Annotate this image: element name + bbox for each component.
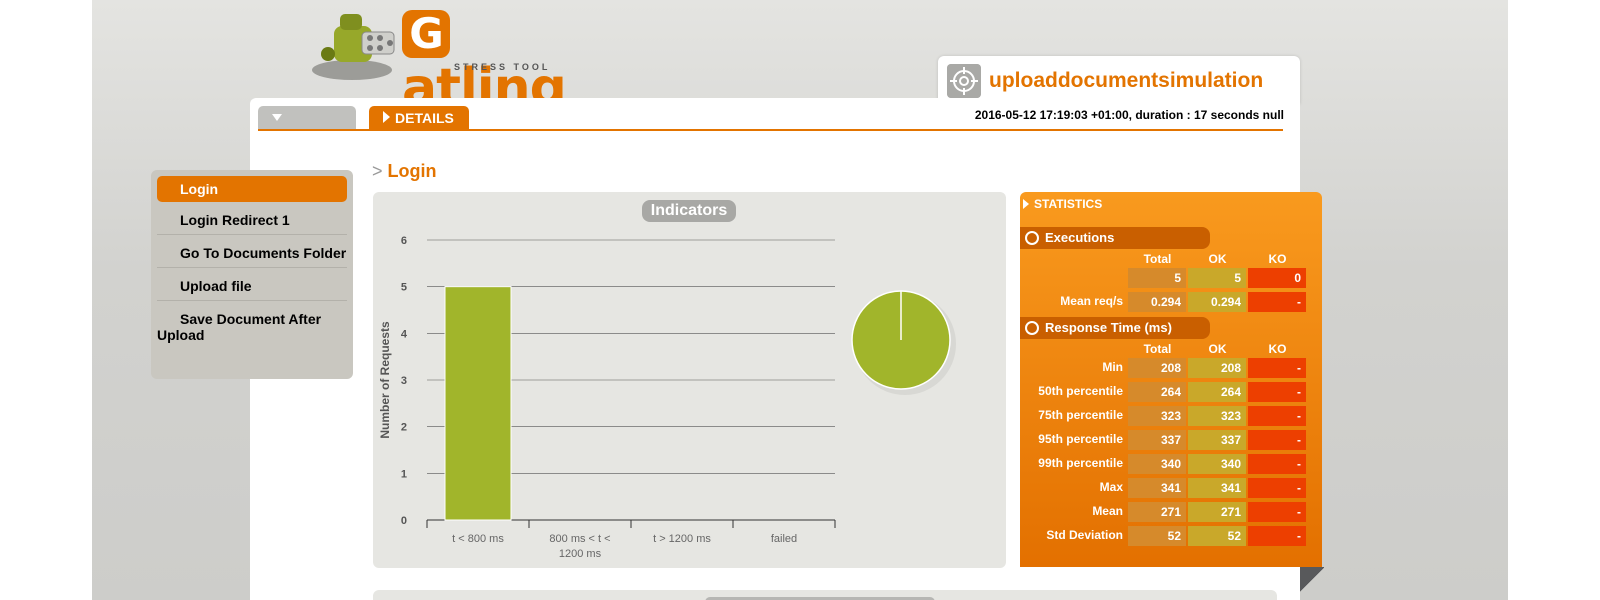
row-label: Min — [1102, 360, 1123, 374]
cell-total: 5 — [1128, 268, 1186, 288]
page-title-text: Login — [387, 161, 437, 181]
col-total: Total — [1143, 342, 1172, 356]
cell-ok: 264 — [1188, 382, 1246, 402]
tab-global-label: GLOBAL — [272, 134, 332, 150]
col-total: Total — [1143, 252, 1172, 266]
cell-total: 208 — [1128, 358, 1186, 378]
page-title: > Login — [372, 161, 437, 182]
simulation-header: uploaddocumentsimulation — [938, 56, 1300, 104]
cell-total: 264 — [1128, 382, 1186, 402]
tab-details[interactable]: DETAILS — [369, 106, 469, 130]
y-tick-label: 5 — [401, 282, 407, 294]
tab-details-label: DETAILS — [395, 110, 454, 126]
executions-section: Executions — [1020, 227, 1210, 249]
x-tick-label: 800 ms < t <1200 ms — [549, 533, 610, 560]
executions-title: Executions — [1045, 230, 1115, 245]
panel-corner — [1300, 567, 1324, 593]
cell-ok: 341 — [1188, 478, 1246, 498]
row-label: 95th percentile — [1038, 432, 1123, 446]
statistics-header: STATISTICS — [1020, 197, 1102, 211]
x-tick-label: failed — [771, 533, 797, 545]
next-panel — [373, 590, 1277, 600]
y-axis-label: Number of Requests — [378, 321, 392, 439]
cell-ok: 0.294 — [1188, 292, 1246, 312]
row-label: 75th percentile — [1038, 408, 1123, 422]
cell-total: 52 — [1128, 526, 1186, 546]
tab-global[interactable]: GLOBAL — [258, 106, 356, 150]
row-label: Std Deviation — [1046, 528, 1123, 542]
brand-subtitle: STRESS TOOL — [454, 62, 551, 72]
cell-ok: 271 — [1188, 502, 1246, 522]
cell-ko: - — [1248, 454, 1306, 474]
breadcrumb-arrow: > — [372, 161, 383, 181]
col-ko: KO — [1268, 252, 1287, 266]
bar — [444, 286, 512, 521]
cell-ko: - — [1248, 382, 1306, 402]
col-ok: OK — [1208, 252, 1227, 266]
cell-ko: - — [1248, 292, 1306, 312]
cell-ko: - — [1248, 502, 1306, 522]
cell-ko: - — [1248, 358, 1306, 378]
cell-ko: - — [1248, 478, 1306, 498]
cell-ko: 0 — [1248, 268, 1306, 288]
y-tick-label: 0 — [401, 515, 407, 527]
cell-ko: - — [1248, 430, 1306, 450]
y-tick-label: 1 — [401, 468, 407, 480]
target-icon — [947, 64, 981, 98]
statistics-panel: STATISTICS Executions Total OK KO 5 5 0 … — [1020, 192, 1324, 593]
cell-total: 323 — [1128, 406, 1186, 426]
y-tick-label: 4 — [401, 328, 408, 340]
cell-total: 337 — [1128, 430, 1186, 450]
row-label: 50th percentile — [1038, 384, 1123, 398]
y-tick-label: 2 — [401, 422, 407, 434]
x-tick-label: t < 800 ms — [452, 533, 504, 545]
cell-ok: 323 — [1188, 406, 1246, 426]
response-time-title: Response Time (ms) — [1045, 320, 1172, 335]
row-label: Mean — [1092, 504, 1123, 518]
indicators-chart: 0 1 2 3 4 5 6 t < 800 ms 800 ms < t <1200 ms t > … — [378, 235, 956, 560]
y-tick-label: 3 — [401, 375, 407, 387]
menu-item-login[interactable]: Login — [157, 176, 347, 202]
row-label: Max — [1099, 480, 1123, 494]
row-label: 99th percentile — [1038, 456, 1123, 470]
cell-ko: - — [1248, 526, 1306, 546]
menu-item-go-to-documents-folder[interactable]: Go To Documents Folder — [157, 241, 347, 268]
response-time-section: Response Time (ms) — [1020, 317, 1210, 339]
cell-total: 0.294 — [1128, 292, 1186, 312]
simulation-name: uploaddocumentsimulation — [989, 69, 1264, 92]
cell-ok: 208 — [1188, 358, 1246, 378]
col-ok: OK — [1208, 342, 1227, 356]
menu-item-save-document-after-upload[interactable]: Save Document After Upload — [157, 307, 347, 349]
cell-ok: 5 — [1188, 268, 1246, 288]
cell-ok: 340 — [1188, 454, 1246, 474]
run-info: 2016-05-12 17:19:03 +01:00, duration : 1… — [974, 108, 1284, 122]
refresh-icon — [1025, 231, 1039, 245]
triangle-down-icon — [272, 114, 282, 121]
triangle-right-icon — [383, 111, 390, 123]
chart-title: Indicators — [642, 200, 736, 222]
cell-ok: 337 — [1188, 430, 1246, 450]
tab-underline — [258, 129, 1283, 131]
cell-total: 340 — [1128, 454, 1186, 474]
gatling-logo: Gatling STRESS TOOL — [310, 4, 600, 114]
clock-icon — [1025, 321, 1039, 335]
col-ko: KO — [1268, 342, 1287, 356]
x-tick-label: t > 1200 ms — [653, 533, 711, 545]
menu-item-login-redirect-1[interactable]: Login Redirect 1 — [157, 208, 347, 235]
cell-ok: 52 — [1188, 526, 1246, 546]
cell-total: 341 — [1128, 478, 1186, 498]
menu-item-upload-file[interactable]: Upload file — [157, 274, 347, 301]
request-menu: Login Login Redirect 1 Go To Documents F… — [151, 170, 353, 379]
cell-total: 271 — [1128, 502, 1186, 522]
row-label: Mean req/s — [1060, 294, 1123, 308]
y-tick-label: 6 — [401, 235, 407, 247]
robot-mascot-icon — [312, 14, 395, 80]
cell-ko: - — [1248, 406, 1306, 426]
